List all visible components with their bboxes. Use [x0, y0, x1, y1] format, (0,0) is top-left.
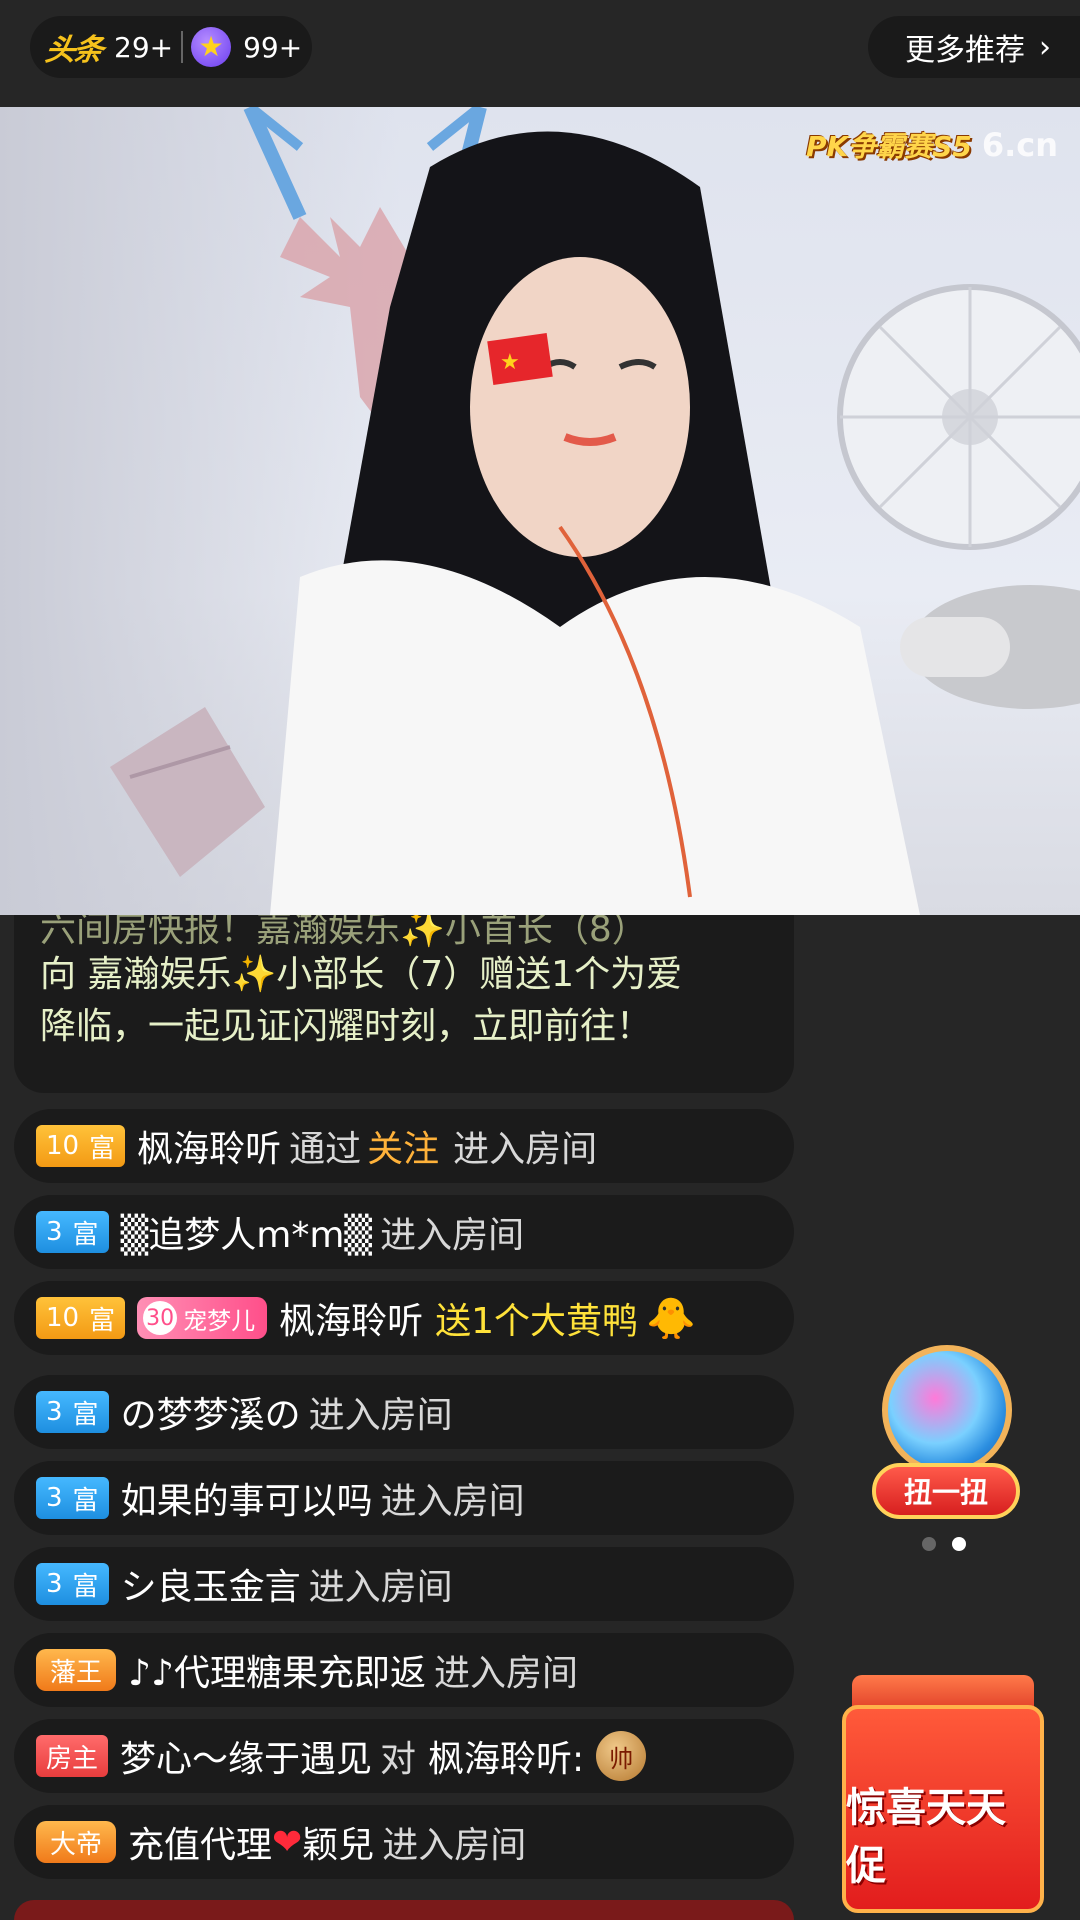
pk-event-label: PK争霸赛S5 [806, 130, 972, 163]
message-text: 进入房间 [308, 1567, 453, 1608]
chevron-right-icon: › [1039, 29, 1051, 65]
gift-text: 送1个大黄鸭 [435, 1301, 639, 1342]
noble-title-badge: 大帝 [36, 1821, 117, 1863]
fan [837, 284, 1080, 550]
chat-message[interactable]: 10 富 枫海聆听 通过 关注 进入房间 [14, 1109, 794, 1183]
username[interactable]: の梦梦溪の [121, 1386, 301, 1438]
chat-message[interactable]: 大帝 充值代理 ❤ 颖兒 进入房间 [14, 1805, 794, 1879]
svg-text:★: ★ [500, 350, 520, 375]
heart-icon: ❤ [272, 1821, 303, 1863]
wealth-level-badge: 3富 [36, 1391, 109, 1433]
microphone [900, 585, 1080, 709]
username[interactable]: 梦心～缘于遇见 [120, 1730, 372, 1782]
chat-message[interactable]: 3富 の梦梦溪の 进入房间 [14, 1375, 794, 1449]
handsome-emoji-icon: 帅 [596, 1731, 647, 1781]
next-message-edge [14, 1900, 794, 1920]
live-video[interactable]: ★ PK争霸赛S5 6.cn [0, 107, 1080, 915]
username[interactable]: ▒追梦人m*m▒ [121, 1206, 373, 1258]
username[interactable]: 枫海聆听 [279, 1292, 423, 1344]
toutiao-logo[interactable]: 头条 [43, 25, 105, 69]
video-scene: ★ [110, 107, 1080, 915]
carousel-dot[interactable] [922, 1537, 936, 1551]
username[interactable]: ♪♪代理糖果充即返 [128, 1644, 426, 1696]
carousel-dot-active[interactable] [952, 1537, 966, 1551]
fan-club-badge: 30 宠梦儿 [137, 1297, 268, 1339]
message-text: 对 [380, 1739, 417, 1780]
broadcast-line-2: 向 嘉瀚娱乐✨小部长（7）赠送1个为爱 [40, 954, 683, 995]
username[interactable]: 如果的事可以吗 [121, 1472, 373, 1524]
message-text: 进入房间 [380, 1481, 525, 1522]
pk-event-badge[interactable]: PK争霸赛S5 6.cn [806, 119, 1068, 171]
highlight-text: 关注 [367, 1129, 440, 1170]
chat-message[interactable]: 房主 梦心～缘于遇见 对 枫海聆听: 帅 [14, 1719, 794, 1793]
chat-message[interactable]: 3富 シ良玉金言 进入房间 [14, 1547, 794, 1621]
username-suffix: 颖兒 [302, 1825, 375, 1866]
promo-label: 惊喜天天促 [846, 1785, 1006, 1889]
wealth-level-badge: 3富 [36, 1563, 109, 1605]
wealth-level-badge: 10 富 [36, 1125, 126, 1167]
gacha-ball-icon [882, 1345, 1012, 1475]
message-text: 进入房间 [453, 1129, 598, 1170]
noble-title-badge: 藩王 [36, 1649, 117, 1691]
carousel-dots [922, 1537, 966, 1551]
target-username[interactable]: 枫海聆听: [428, 1730, 584, 1782]
wealth-level-badge: 10 富 [36, 1297, 126, 1339]
broadcast-line-3: 降临，一起见证闪耀时刻，立即前往！ [40, 1006, 653, 1047]
wealth-level-badge: 3富 [36, 1211, 109, 1253]
username[interactable]: 枫海聆听 [137, 1120, 281, 1172]
message-text: 进入房间 [308, 1395, 453, 1436]
chat-message[interactable]: 藩王 ♪♪代理糖果充即返 进入房间 [14, 1633, 794, 1707]
wealth-level-badge: 3富 [36, 1477, 109, 1519]
star-count: 99+ [243, 30, 303, 64]
twist-button[interactable]: 扭一扭 [872, 1463, 1020, 1519]
system-broadcast-message[interactable]: 六间房快报！嘉瀚娱乐✨小首长（8） 向 嘉瀚娱乐✨小部长（7）赠送1个为爱 降临… [14, 915, 794, 1093]
gift-box-icon: 惊喜天天促 [842, 1705, 1044, 1913]
chat-message[interactable]: 10 富 30 宠梦儿 枫海聆听 送1个大黄鸭 🐥 [14, 1281, 794, 1355]
toutiao-count: 29+ [114, 30, 174, 64]
top-bar: 头条 29+ ★ 99+ 更多推荐 › [0, 0, 1080, 107]
username[interactable]: 充值代理 [128, 1816, 272, 1868]
star-icon[interactable]: ★ [191, 27, 232, 67]
room-owner-badge: 房主 [36, 1735, 109, 1777]
username[interactable]: シ良玉金言 [121, 1558, 301, 1610]
broadcast-line-1: 六间房快报！嘉瀚娱乐✨小首长（8） [40, 915, 648, 949]
more-recommend-button[interactable]: 更多推荐 › [868, 16, 1080, 78]
pillow [110, 707, 265, 877]
notification-pill[interactable]: 头条 29+ ★ 99+ [30, 16, 312, 78]
chat-message[interactable]: 3富 ▒追梦人m*m▒ 进入房间 [14, 1195, 794, 1269]
message-text: 进入房间 [380, 1215, 525, 1256]
message-text: 通过 [289, 1129, 362, 1170]
heart-icon: 30 [143, 1301, 178, 1335]
gacha-widget[interactable]: 扭一扭 [872, 1345, 1022, 1525]
more-recommend-label: 更多推荐 [905, 33, 1025, 68]
divider [181, 31, 184, 63]
message-text: 进入房间 [382, 1825, 527, 1866]
chat-message[interactable]: 3富 如果的事可以吗 进入房间 [14, 1461, 794, 1535]
site-logo: 6.cn [981, 126, 1059, 164]
duck-gift-icon: 🐥 [646, 1295, 696, 1342]
message-text: 进入房间 [433, 1653, 578, 1694]
daily-surprise-promo[interactable]: 惊喜天天促 [842, 1675, 1044, 1913]
